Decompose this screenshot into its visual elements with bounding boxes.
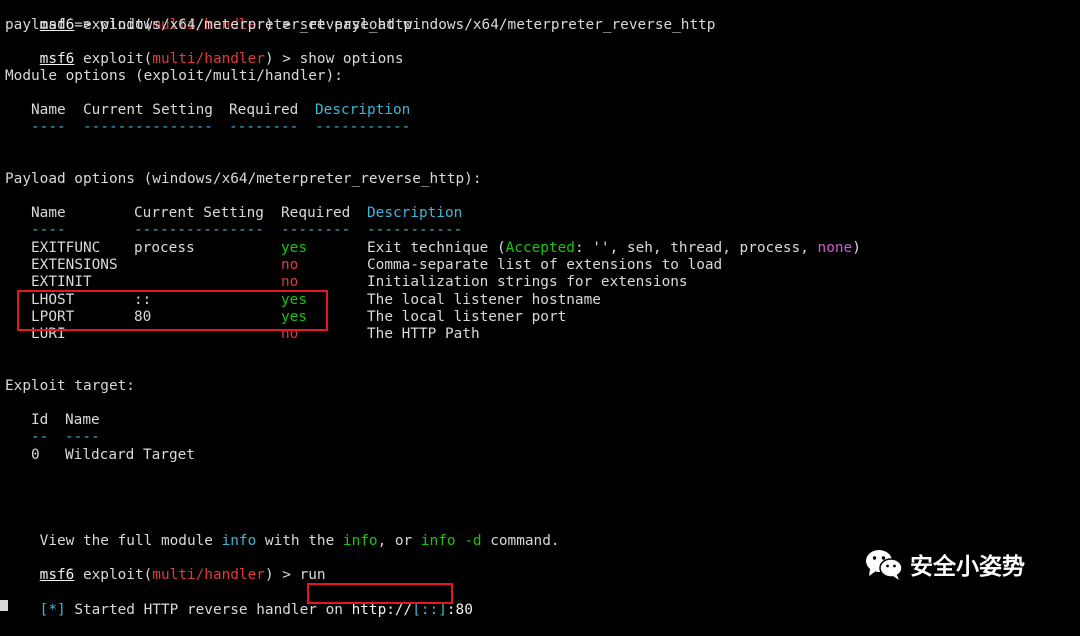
watermark-text: 安全小姿势: [910, 554, 1025, 580]
header-current-setting: Current Setting: [83, 102, 213, 118]
option-name: EXTINIT: [31, 274, 92, 290]
payload-options-title: Payload options (windows/x64/meterpreter…: [5, 171, 482, 187]
option-description: Comma-separate list of extensions to loa…: [367, 257, 723, 273]
option-required: no: [281, 257, 299, 273]
separator: --------: [229, 119, 299, 135]
header-required: Required: [229, 102, 299, 118]
prompt-name: msf6: [39, 51, 75, 67]
prompt-suffix: ) >: [264, 51, 300, 67]
payload-options-header: Name Current Setting Required Descriptio…: [5, 205, 462, 222]
header-description: Description: [315, 102, 411, 118]
handler-url: http://[::]:80: [351, 602, 473, 618]
info-hint-line: View the full module info with the info,…: [39, 533, 560, 549]
exploit-target-title: Exploit target:: [5, 378, 135, 394]
table-row: EXITFUNC process yes Exit technique (Acc…: [5, 240, 861, 257]
option-name: EXTENSIONS: [31, 257, 118, 273]
target-name: Wildcard Target: [65, 447, 195, 463]
separator: --------: [281, 222, 351, 238]
option-description: The HTTP Path: [367, 326, 480, 342]
prompt-name: msf6: [39, 567, 75, 583]
exploit-target-separator: -- ----: [5, 429, 100, 446]
separator: ----: [65, 429, 100, 445]
option-description: The local listener hostname: [367, 292, 601, 308]
separator: ---------------: [83, 119, 213, 135]
terminal-window[interactable]: msf6 exploit(multi/handler) > set payloa…: [0, 0, 1080, 618]
module-options-title: Module options (exploit/multi/handler):: [5, 68, 343, 84]
option-name: EXITFUNC: [31, 240, 101, 256]
command-text: run: [299, 567, 326, 583]
terminal-cursor: [0, 600, 8, 611]
payload-options-separator: ---- --------------- -------- ----------…: [5, 222, 462, 239]
prompt-module: multi/handler: [152, 567, 265, 583]
module-options-header: Name Current Setting Required Descriptio…: [5, 102, 410, 119]
header-description: Description: [367, 205, 463, 221]
table-row: 0 Wildcard Target: [5, 447, 195, 464]
separator: ----: [31, 119, 66, 135]
header-name: Name: [31, 205, 66, 221]
lhost-lport-highlight-box: [17, 290, 328, 331]
handler-url-highlight-box: [307, 583, 453, 604]
separator: ---------------: [134, 222, 264, 238]
header-required: Required: [281, 205, 351, 221]
info-d-command: info -d: [420, 533, 482, 549]
separator: -----------: [367, 222, 463, 238]
prompt-line-1: msf6 exploit(multi/handler) > set payloa…: [5, 0, 716, 33]
prompt-module: multi/handler: [152, 51, 265, 67]
watermark: 安全小姿势: [864, 546, 1025, 582]
prompt-exploit-word: exploit(: [82, 567, 153, 583]
target-id: 0: [31, 447, 40, 463]
status-tag: [*]: [39, 602, 66, 618]
prompt-exploit-word: exploit(: [82, 51, 153, 67]
option-description: Exit technique (Accepted: '', seh, threa…: [367, 240, 861, 256]
separator: --: [31, 429, 49, 445]
separator: ----: [31, 222, 66, 238]
option-required: yes: [281, 240, 307, 256]
header-id: Id: [31, 412, 49, 428]
command-text: show options: [299, 51, 404, 67]
separator: -----------: [315, 119, 411, 135]
option-description: Initialization strings for extensions: [367, 274, 688, 290]
table-row: EXTINIT no Initialization strings for ex…: [5, 274, 688, 291]
table-row: EXTENSIONS no Comma-separate list of ext…: [5, 257, 722, 274]
option-description: The local listener port: [367, 309, 567, 325]
wechat-icon: [866, 550, 903, 580]
prompt-line-3: msf6 exploit(multi/handler) > run: [5, 550, 326, 583]
module-options-separator: ---- --------------- -------- ----------…: [5, 119, 410, 136]
header-name: Name: [65, 412, 100, 428]
header-current-setting: Current Setting: [134, 205, 264, 221]
info-command: info: [342, 533, 378, 549]
exploit-target-header: Id Name: [5, 412, 100, 429]
info-command: info: [221, 533, 257, 549]
header-name: Name: [31, 102, 66, 118]
prompt-line-2: msf6 exploit(multi/handler) > show optio…: [5, 34, 404, 67]
output-line: payload => windows/x64/meterpreter_rever…: [5, 17, 413, 33]
option-setting: process: [134, 240, 195, 256]
prompt-suffix: ) >: [264, 567, 300, 583]
option-required: no: [281, 274, 299, 290]
